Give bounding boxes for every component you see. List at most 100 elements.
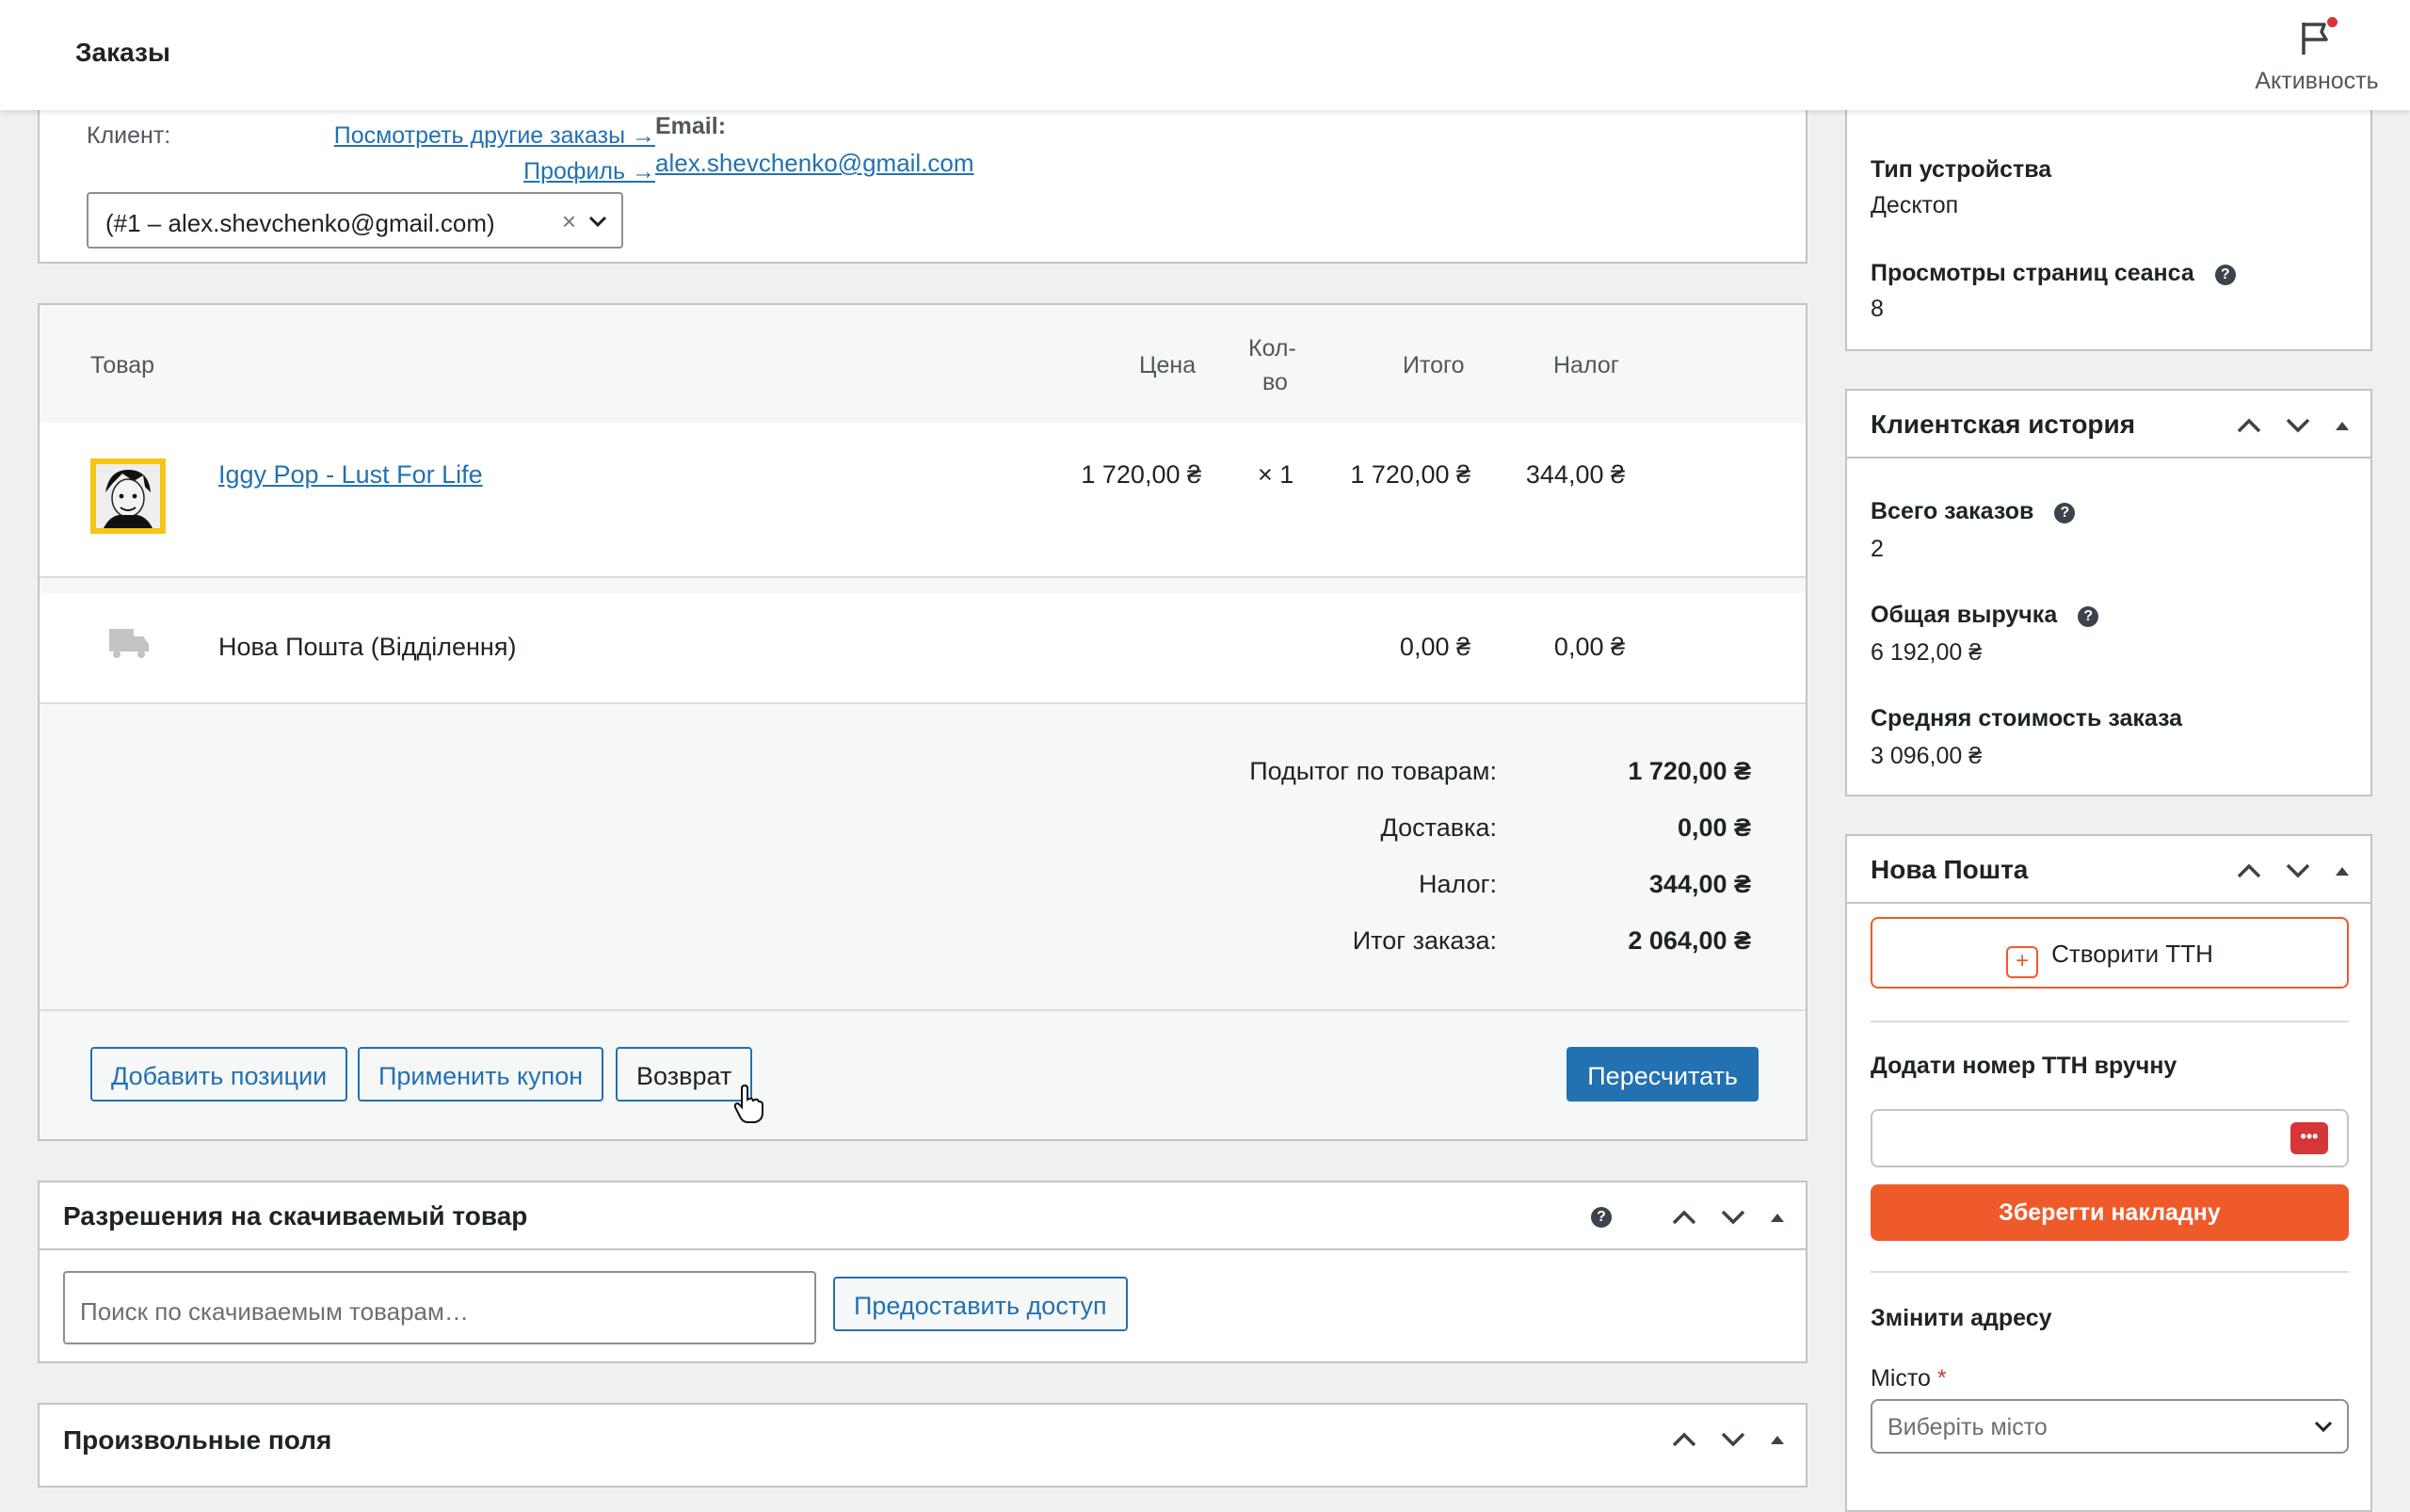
help-icon[interactable]: ? bbox=[2054, 503, 2076, 523]
recalculate-button[interactable]: Пересчитать bbox=[1566, 1047, 1759, 1102]
totals-label: Налог: bbox=[1419, 870, 1497, 898]
customer-select[interactable]: (#1 – alex.shevchenko@gmail.com) × bbox=[87, 192, 623, 249]
panel-title: Нова Пошта bbox=[1871, 855, 2029, 884]
panel-title: Клиентская история bbox=[1871, 410, 2136, 439]
order-totals: Подытог по товарам: 1 720,00 ₴ Доставка:… bbox=[40, 704, 1806, 1011]
revenue-row: Общая выручка? bbox=[1871, 602, 2099, 629]
items-table-header: Товар Цена Кол- во Итого Налог bbox=[40, 305, 1806, 423]
create-ttn-button[interactable]: + Створити ТТН bbox=[1871, 917, 2349, 989]
chevron-down-icon bbox=[2314, 1421, 2333, 1433]
totals-value: 1 720,00 ₴ bbox=[1628, 757, 1751, 785]
downloadable-permissions-panel: Разрешения на скачиваемый товар ? Поиск … bbox=[38, 1181, 1808, 1363]
customer-section: Клиент: Посмотреть другие заказы → Профи… bbox=[38, 85, 1808, 264]
city-select[interactable]: Виберіть місто bbox=[1871, 1399, 2349, 1454]
notification-dot bbox=[2327, 17, 2338, 27]
activity-button[interactable]: Активность bbox=[2246, 17, 2387, 95]
city-label-row: Місто * bbox=[1871, 1365, 1947, 1392]
help-icon[interactable]: ? bbox=[1591, 1207, 1612, 1228]
manual-ttn-input[interactable]: ••• bbox=[1871, 1109, 2349, 1167]
panel-header: Разрешения на скачиваемый товар ? bbox=[40, 1182, 1806, 1250]
activity-label: Активность bbox=[2255, 68, 2379, 94]
col-tax: Налог bbox=[1553, 352, 1619, 378]
product-tax: 344,00 ₴ bbox=[1525, 460, 1625, 489]
top-bar: Заказы Активность bbox=[0, 0, 2410, 110]
col-qty-line1: Кол- bbox=[1248, 335, 1296, 362]
help-icon[interactable]: ? bbox=[2078, 606, 2099, 627]
collapse-toggle-icon[interactable] bbox=[2333, 863, 2352, 878]
view-other-orders-link[interactable]: Посмотреть другие заказы → bbox=[334, 122, 655, 150]
subtotal-row: Подытог по товарам: 1 720,00 ₴ bbox=[904, 757, 1751, 795]
product-row: Iggy Pop - Lust For Life 1 720,00 ₴ × 1 … bbox=[40, 423, 1806, 578]
move-up-icon[interactable] bbox=[2235, 416, 2263, 435]
clear-icon[interactable]: × bbox=[562, 207, 576, 236]
order-total-row: Итог заказа: 2 064,00 ₴ bbox=[904, 926, 1751, 964]
move-up-icon[interactable] bbox=[1670, 1208, 1698, 1227]
city-select-placeholder: Виберіть місто bbox=[1888, 1414, 2048, 1440]
truck-icon bbox=[109, 629, 149, 658]
add-items-button[interactable]: Добавить позиции bbox=[90, 1047, 348, 1102]
total-orders-row: Всего заказов? bbox=[1871, 498, 2076, 525]
move-down-icon[interactable] bbox=[1719, 1430, 1747, 1449]
col-price: Цена bbox=[1139, 352, 1197, 378]
chevron-down-icon bbox=[588, 216, 607, 228]
profile-link[interactable]: Профиль → bbox=[523, 158, 655, 185]
city-label: Місто bbox=[1871, 1365, 1931, 1391]
order-actions: Добавить позиции Применить купон Возврат… bbox=[40, 1011, 1806, 1139]
totals-label: Доставка: bbox=[1380, 813, 1497, 842]
pageviews-label: Просмотры страниц сеанса bbox=[1871, 260, 2194, 286]
shipping-row: Нова Пошта (Відділення) 0,00 ₴ 0,00 ₴ bbox=[40, 593, 1806, 704]
revenue-value: 6 192,00 ₴ bbox=[1871, 639, 1983, 666]
device-type-value: Десктоп bbox=[1871, 192, 1959, 218]
create-ttn-label: Створити ТТН bbox=[2051, 940, 2213, 968]
revenue-label: Общая выручка bbox=[1871, 602, 2058, 628]
panel-header: Нова Пошта bbox=[1847, 836, 2370, 904]
totals-label: Итог заказа: bbox=[1352, 926, 1497, 955]
apply-coupon-button[interactable]: Применить купон bbox=[358, 1047, 604, 1102]
custom-fields-panel: Произвольные поля bbox=[38, 1403, 1808, 1488]
email-link[interactable]: alex.shevchenko@gmail.com bbox=[655, 149, 974, 178]
product-price: 1 720,00 ₴ bbox=[1081, 460, 1201, 489]
session-info-panel: Тип устройства Десктоп Просмотры страниц… bbox=[1845, 85, 2372, 351]
move-down-icon[interactable] bbox=[2284, 416, 2312, 435]
collapse-toggle-icon[interactable] bbox=[1768, 1210, 1787, 1225]
col-total: Итого bbox=[1403, 352, 1465, 378]
move-down-icon[interactable] bbox=[2284, 861, 2312, 880]
panel-header: Клиентская история bbox=[1847, 391, 2370, 458]
change-address-heading: Змінити адресу bbox=[1871, 1305, 2052, 1331]
required-mark: * bbox=[1936, 1365, 1947, 1391]
save-waybill-button[interactable]: Зберегти накладну bbox=[1871, 1184, 2349, 1241]
panel-title: Разрешения на скачиваемый товар bbox=[63, 1201, 528, 1231]
shipping-total: 0,00 ₴ bbox=[1399, 633, 1470, 661]
product-thumbnail[interactable] bbox=[90, 458, 166, 534]
divider bbox=[1871, 1271, 2349, 1273]
device-type-label: Тип устройства bbox=[1871, 156, 2052, 183]
move-up-icon[interactable] bbox=[1670, 1430, 1698, 1449]
product-total: 1 720,00 ₴ bbox=[1350, 460, 1470, 489]
order-items: Товар Цена Кол- во Итого Налог Iggy Pop … bbox=[38, 303, 1808, 1141]
collapse-toggle-icon[interactable] bbox=[2333, 418, 2352, 433]
customer-select-value: (#1 – alex.shevchenko@gmail.com) bbox=[105, 209, 495, 237]
move-up-icon[interactable] bbox=[2235, 861, 2263, 880]
pageviews-value: 8 bbox=[1871, 296, 1884, 322]
total-orders-value: 2 bbox=[1871, 536, 1884, 562]
col-qty-line2: во bbox=[1262, 369, 1288, 395]
manual-ttn-label: Додати номер ТТН вручну bbox=[1871, 1053, 2177, 1079]
page-title: Заказы bbox=[75, 38, 170, 67]
totals-value: 344,00 ₴ bbox=[1648, 870, 1751, 898]
avg-order-value: 3 096,00 ₴ bbox=[1871, 743, 1983, 769]
help-icon[interactable]: ? bbox=[2214, 265, 2236, 285]
col-product: Товар bbox=[90, 352, 155, 378]
hand-cursor-icon bbox=[733, 1085, 763, 1123]
flag-icon bbox=[2296, 17, 2338, 58]
totals-label: Подытог по товарам: bbox=[1249, 757, 1497, 785]
move-down-icon[interactable] bbox=[1719, 1208, 1747, 1227]
download-search-input[interactable]: Поиск по скачиваемым товарам… bbox=[63, 1271, 816, 1344]
grant-access-button[interactable]: Предоставить доступ bbox=[833, 1277, 1128, 1331]
totals-value: 0,00 ₴ bbox=[1677, 813, 1751, 842]
product-qty: × 1 bbox=[1258, 460, 1294, 489]
product-name-link[interactable]: Iggy Pop - Lust For Life bbox=[218, 460, 483, 490]
collapse-toggle-icon[interactable] bbox=[1768, 1432, 1787, 1447]
password-manager-icon[interactable]: ••• bbox=[2290, 1122, 2328, 1154]
shipping-total-row: Доставка: 0,00 ₴ bbox=[904, 813, 1751, 851]
shipping-tax: 0,00 ₴ bbox=[1553, 633, 1625, 661]
